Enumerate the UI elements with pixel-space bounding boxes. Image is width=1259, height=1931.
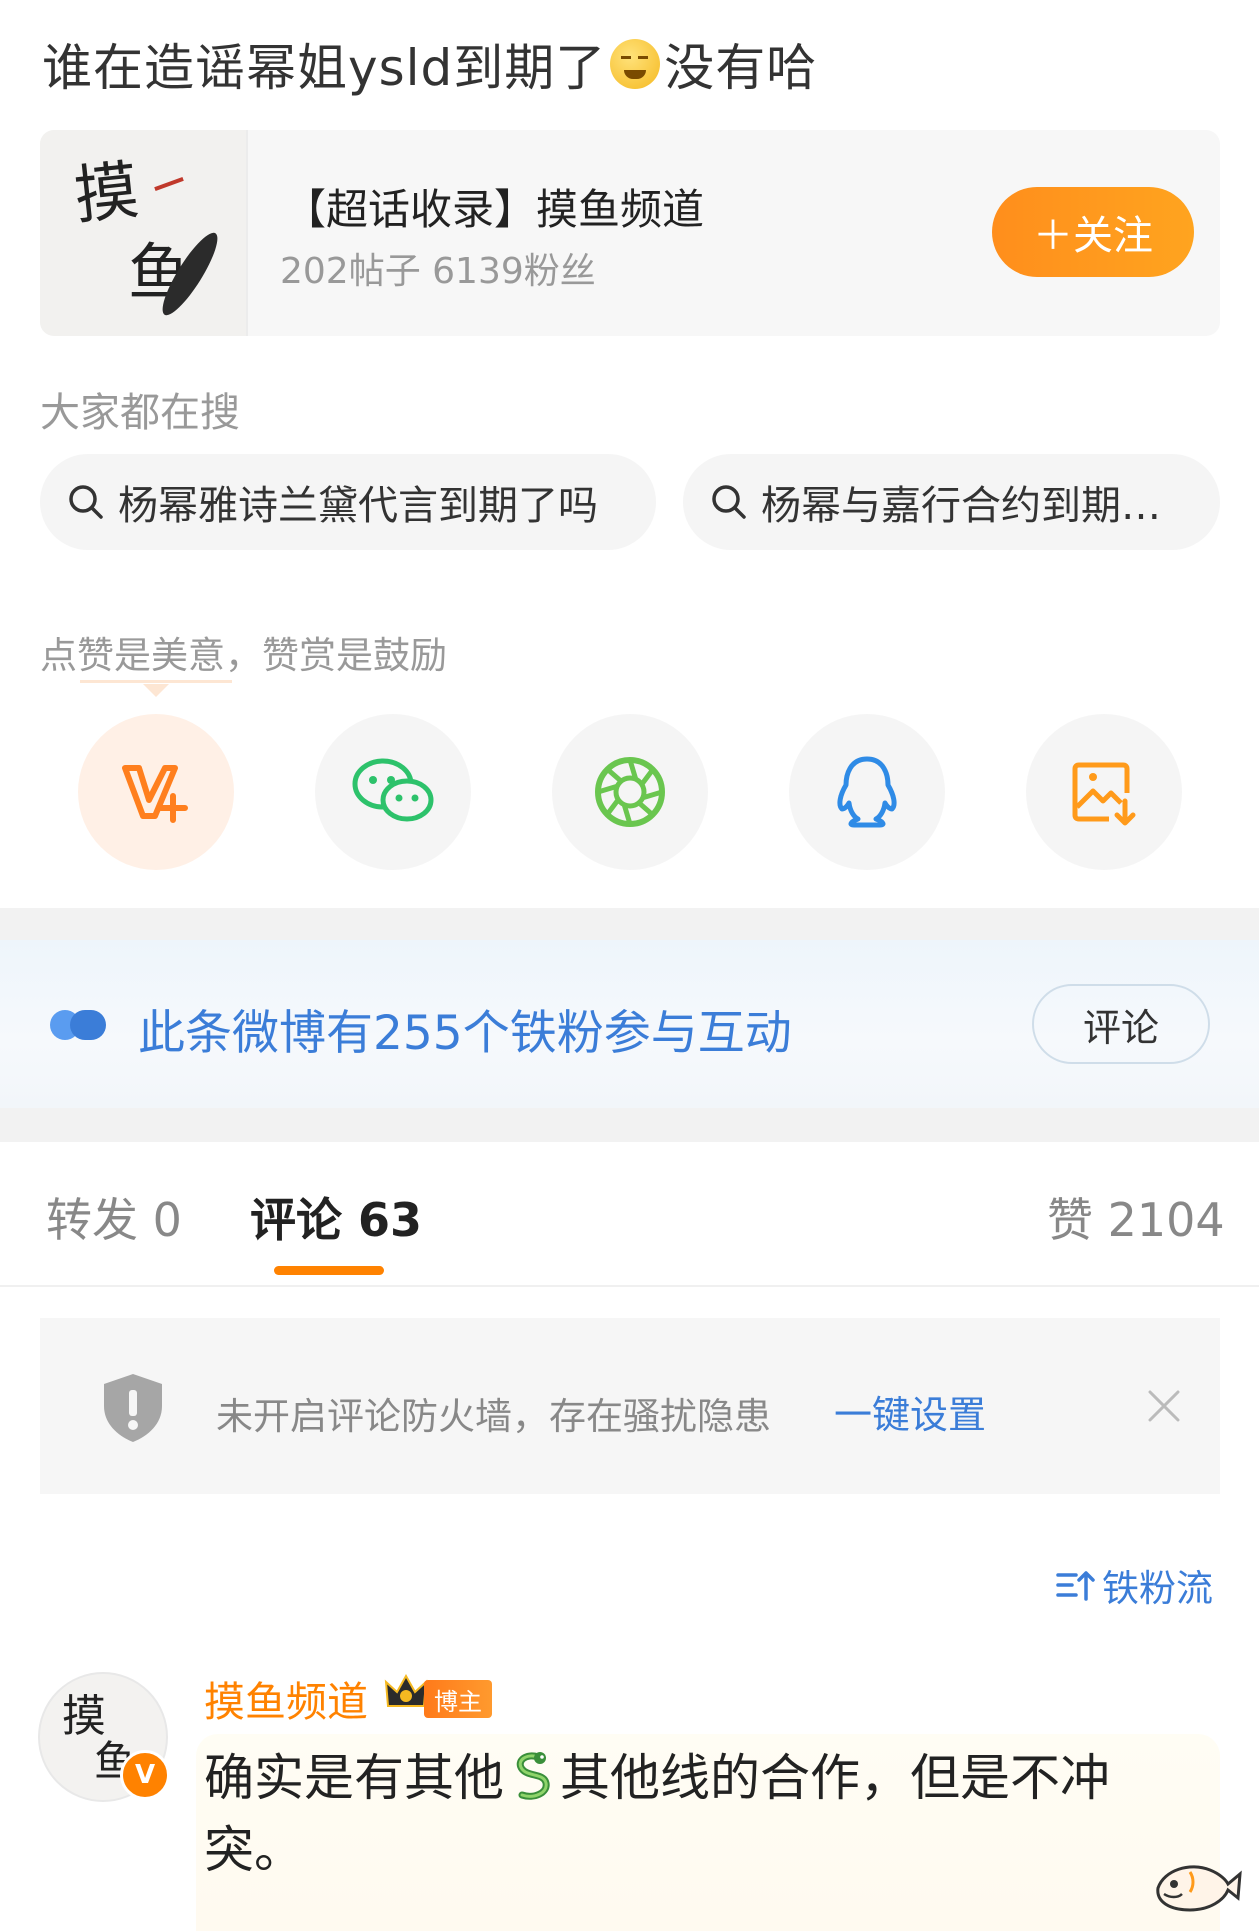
- section-separator: [0, 1108, 1259, 1142]
- tab-likes[interactable]: 赞 2104: [1047, 1184, 1225, 1250]
- fans-icon: [50, 1010, 106, 1040]
- sort-icon: [1056, 1571, 1095, 1601]
- wechat-share-button[interactable]: [315, 714, 471, 870]
- search-icon: [69, 485, 103, 519]
- commenter-name[interactable]: 摸鱼频道: [204, 1668, 368, 1728]
- search-suggestion-2[interactable]: 杨幂与嘉行合约到期了吗: [683, 454, 1220, 550]
- like-hint-pointer: [143, 684, 169, 697]
- like-hint-text: 点赞是美意，赞赏是鼓励: [40, 634, 447, 677]
- comment-text: 确实是有其他 其他线的合作，但是不冲突。: [204, 1742, 1164, 1886]
- post-title-text: 谁在造谣幂姐ysld到期了: [42, 39, 607, 97]
- post-title: 谁在造谣幂姐ysld到期了 没有哈: [42, 28, 817, 100]
- verified-badge: V: [120, 1750, 170, 1800]
- close-icon[interactable]: [1144, 1386, 1184, 1426]
- fans-interaction-text: 此条微博有255个铁粉参与互动: [138, 1006, 792, 1061]
- topic-name[interactable]: 【超话收录】摸鱼频道: [284, 176, 704, 237]
- search-suggestion-1[interactable]: 杨幂雅诗兰黛代言到期了吗: [40, 454, 656, 550]
- wechat-icon: [352, 758, 434, 822]
- crown-icon: [384, 1673, 428, 1707]
- tab-comments[interactable]: 评论 63: [250, 1184, 422, 1250]
- save-image-button[interactable]: [1026, 714, 1182, 870]
- shield-icon: [104, 1374, 162, 1442]
- moments-icon: [595, 757, 665, 827]
- comment-text-start: 确实是有其他: [204, 1749, 504, 1807]
- qq-share-button[interactable]: [789, 714, 945, 870]
- fish-sticker-icon: [1156, 1865, 1242, 1912]
- thumb-brush-stroke: [154, 176, 184, 192]
- blogger-badge: 博主: [424, 1680, 492, 1718]
- sort-label: 铁粉流: [1102, 1567, 1213, 1610]
- tab-active-indicator: [274, 1266, 384, 1275]
- topic-thumbnail: 摸 鱼: [40, 130, 248, 336]
- search-suggestion-text: 杨幂雅诗兰黛代言到期了吗: [118, 483, 598, 529]
- tabs-divider: [0, 1285, 1259, 1287]
- v-plus-button[interactable]: [78, 714, 234, 870]
- doge-face-icon: [610, 39, 661, 89]
- snake-icon: [516, 1752, 550, 1800]
- search-section-label: 大家都在搜: [40, 390, 240, 436]
- search-icon: [712, 485, 746, 519]
- like-hint-underline: [80, 680, 232, 683]
- tab-repost[interactable]: 转发 0: [46, 1184, 182, 1250]
- section-separator: [0, 908, 1259, 940]
- firewall-warning-text: 未开启评论防火墙，存在骚扰隐患: [216, 1395, 771, 1438]
- save-image-icon: [1072, 762, 1136, 826]
- post-title-text-end: 没有哈: [664, 39, 818, 97]
- moments-share-button[interactable]: [552, 714, 708, 870]
- one-click-setup-link[interactable]: 一键设置: [834, 1384, 986, 1439]
- sort-toggle[interactable]: 铁粉流: [1056, 1558, 1213, 1612]
- v-plus-icon: [122, 765, 188, 823]
- qq-icon: [837, 756, 897, 828]
- topic-stats: 202帖子 6139粉丝: [280, 251, 596, 292]
- follow-button[interactable]: ＋关注: [992, 187, 1194, 277]
- banner-comment-button[interactable]: 评论: [1032, 984, 1210, 1064]
- search-suggestion-text: 杨幂与嘉行合约到期了吗: [761, 483, 1201, 529]
